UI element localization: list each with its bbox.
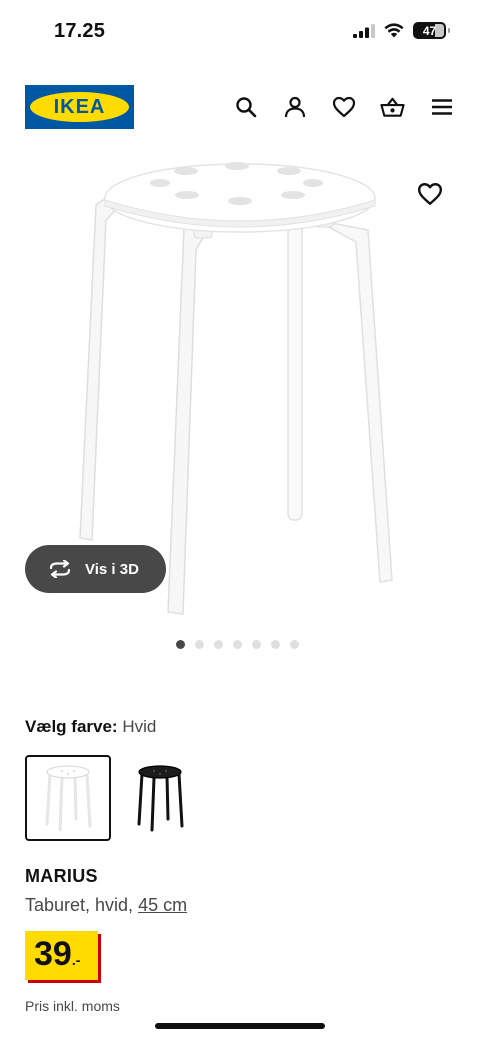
heart-icon [332,96,355,117]
menu-icon [431,98,452,115]
product-favorite-button[interactable] [417,182,443,208]
price-integer: 39 [34,935,72,973]
status-icons: 47 [353,22,450,39]
battery-icon: 47 [413,22,450,39]
product-name: MARIUS [25,866,98,886]
price-note: Pris inkl. moms [25,998,120,1014]
view-3d-button[interactable]: Vis i 3D [25,545,166,593]
view-3d-label: Vis i 3D [85,560,139,578]
gallery-dot[interactable] [271,640,280,649]
product-size-link[interactable]: 45 cm [138,895,187,915]
basket-button[interactable] [380,94,405,119]
gallery-dot[interactable] [195,640,204,649]
color-swatch-white[interactable] [25,755,111,841]
account-button[interactable] [282,94,307,119]
wifi-icon [384,23,404,38]
logo-text: IKEA [53,95,106,118]
menu-button[interactable] [429,94,454,119]
gallery-pagination [176,640,299,649]
favorites-button[interactable] [331,94,356,119]
color-swatch-black[interactable] [117,755,203,841]
status-bar: 17.25 47 [0,0,480,64]
heart-icon [417,183,443,205]
rotate-3d-icon [49,560,71,578]
home-indicator[interactable] [155,1023,325,1029]
product-description-text: Taburet, hvid, [25,895,134,915]
search-button[interactable] [233,94,258,119]
color-selected-value: Hvid [122,717,157,736]
search-icon [235,96,256,117]
header: IKEA [0,80,480,134]
price-suffix: .- [71,952,81,968]
price-tag: 39.- [25,931,98,980]
logo-oval: IKEA [30,92,129,122]
gallery-dot[interactable] [176,640,185,649]
status-time: 17.25 [54,20,106,42]
black-stool-thumbnail [137,765,184,832]
basket-icon [380,97,405,117]
ikea-logo[interactable]: IKEA [25,85,134,129]
color-label-text: Vælg farve: [25,717,118,736]
gallery-dot[interactable] [233,640,242,649]
product-description: Taburet, hvid, 45 cm [25,895,187,916]
account-icon [284,96,305,117]
header-icons [233,94,454,119]
white-stool-thumbnail [45,765,92,832]
color-selector-label: Vælg farve: Hvid [25,717,156,737]
gallery-dot[interactable] [214,640,223,649]
signal-icon [353,23,375,38]
battery-level: 47 [422,23,437,38]
gallery-dot[interactable] [290,640,299,649]
gallery-dot[interactable] [252,640,261,649]
